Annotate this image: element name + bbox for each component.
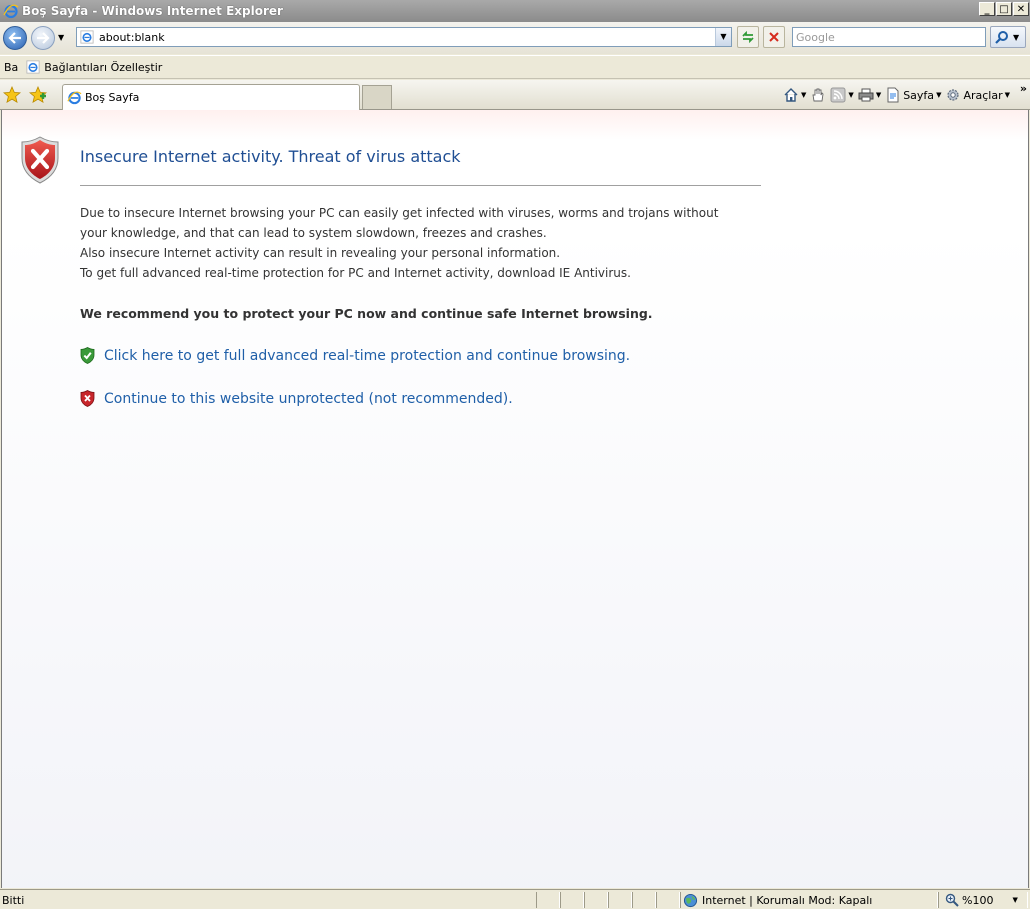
red-shield-x-icon — [80, 390, 95, 407]
tab-bos-sayfa[interactable]: Boş Sayfa — [62, 84, 360, 110]
page-ie-icon — [80, 30, 94, 44]
recent-pages-dropdown[interactable]: ▼ — [58, 33, 64, 42]
search-options-dropdown[interactable]: ▼ — [1013, 33, 1019, 42]
forward-button[interactable] — [31, 26, 55, 50]
command-bar: ▼ ▼ ▼ Sayfa ▼ Araçlar ▼ — [783, 86, 1010, 104]
ie-logo-icon — [3, 4, 19, 19]
new-tab-button[interactable] — [362, 85, 392, 109]
zoom-magnifier-icon — [945, 893, 959, 907]
tools-menu-label: Araçlar — [963, 88, 1003, 102]
page-content: Insecure Internet activity. Threat of vi… — [1, 110, 1029, 888]
forward-arrow-icon — [37, 32, 50, 44]
address-dropdown-button[interactable]: ▼ — [715, 28, 731, 46]
print-button[interactable]: ▼ — [858, 87, 881, 103]
refresh-icon — [742, 30, 754, 44]
continue-unprotected-link[interactable]: Continue to this website unprotected (no… — [80, 390, 513, 407]
minimize-button[interactable]: _ — [979, 2, 995, 16]
status-segment — [656, 892, 680, 908]
tools-menu-button[interactable]: Araçlar ▼ — [945, 87, 1010, 103]
get-protection-link[interactable]: Click here to get full advanced real-tim… — [80, 347, 630, 364]
page-icon — [887, 87, 899, 103]
window-title-bar: Boş Sayfa - Windows Internet Explorer _ … — [0, 0, 1030, 22]
address-input[interactable]: about:blank — [99, 31, 165, 44]
status-bar: Bitti Internet | Korumalı Mod: Kapalı %1… — [0, 889, 1030, 909]
home-icon — [784, 88, 798, 102]
back-button[interactable] — [3, 26, 27, 50]
printer-icon — [858, 88, 874, 102]
status-segment — [584, 892, 608, 908]
green-shield-check-icon — [80, 347, 95, 364]
page-title: Insecure Internet activity. Threat of vi… — [80, 147, 461, 166]
stop-button[interactable] — [763, 26, 785, 48]
more-commands-chevron[interactable]: » — [1020, 82, 1027, 95]
stop-icon — [769, 32, 779, 42]
home-button[interactable]: ▼ — [783, 87, 806, 103]
warning-paragraph-2: Also insecure Internet activity can resu… — [80, 246, 561, 260]
links-bar: Ba Bağlantıları Özelleştir — [0, 55, 1030, 79]
window-title: Boş Sayfa - Windows Internet Explorer — [22, 4, 283, 18]
warning-paragraph-1: Due to insecure Internet browsing your P… — [80, 206, 719, 240]
address-bar[interactable]: about:blank ▼ — [76, 27, 732, 47]
tab-row: Boş Sayfa ▼ ▼ ▼ Sayfa ▼ Araçlar ▼ » — [0, 80, 1030, 110]
search-button[interactable]: ▼ — [990, 26, 1026, 48]
search-input[interactable]: Google — [792, 27, 986, 47]
gear-icon — [947, 89, 960, 101]
feeds-dropdown-arrow[interactable]: ▼ — [848, 91, 853, 99]
ie-page-icon — [26, 60, 40, 74]
customize-links-link[interactable]: Bağlantıları Özelleştir — [26, 60, 162, 74]
globe-icon — [683, 893, 698, 907]
status-text: Bitti — [2, 894, 25, 907]
customize-links-label: Bağlantıları Özelleştir — [44, 60, 163, 74]
home-dropdown-arrow[interactable]: ▼ — [801, 91, 806, 99]
security-zone-text: Internet | Korumalı Mod: Kapalı — [702, 893, 873, 907]
links-bar-label: Ba — [4, 60, 19, 74]
status-segment — [536, 892, 560, 908]
continue-unprotected-link-text[interactable]: Continue to this website unprotected (no… — [104, 391, 513, 407]
title-divider — [80, 185, 761, 186]
warning-description: Due to insecure Internet browsing your P… — [80, 203, 740, 283]
favorites-star-icon[interactable] — [3, 86, 21, 104]
status-segment — [560, 892, 584, 908]
warning-paragraph-3: To get full advanced real-time protectio… — [80, 266, 631, 280]
refresh-button[interactable] — [737, 26, 759, 48]
page-dropdown-arrow: ▼ — [936, 91, 942, 99]
zoom-control[interactable]: %100 ▼ — [945, 891, 1018, 909]
add-favorites-icon[interactable] — [29, 86, 47, 104]
security-zone-indicator[interactable]: Internet | Korumalı Mod: Kapalı — [683, 891, 872, 909]
search-icon — [995, 31, 1008, 44]
back-arrow-icon — [8, 32, 21, 44]
research-button[interactable] — [810, 87, 826, 103]
status-segment — [608, 892, 632, 908]
print-dropdown-arrow[interactable]: ▼ — [876, 91, 881, 99]
hand-icon — [812, 88, 824, 102]
security-shield-error-icon — [21, 136, 59, 184]
ie-logo-icon — [67, 91, 82, 105]
tab-label: Boş Sayfa — [85, 91, 140, 104]
tools-dropdown-arrow: ▼ — [1004, 91, 1010, 99]
status-segment — [632, 892, 656, 908]
zoom-dropdown-arrow[interactable]: ▼ — [1012, 896, 1017, 904]
close-button[interactable]: ✕ — [1013, 2, 1029, 16]
get-protection-link-text[interactable]: Click here to get full advanced real-tim… — [104, 348, 630, 364]
recommendation-text: We recommend you to protect your PC now … — [80, 306, 653, 321]
navigation-bar: ▼ about:blank ▼ Google ▼ — [0, 22, 1030, 54]
zoom-level: %100 — [962, 893, 994, 907]
rss-feed-icon — [830, 87, 846, 103]
page-menu-button[interactable]: Sayfa ▼ — [885, 87, 941, 103]
maximize-button[interactable]: □ — [996, 2, 1012, 16]
feeds-button[interactable]: ▼ — [830, 87, 854, 103]
page-menu-label: Sayfa — [903, 88, 935, 102]
